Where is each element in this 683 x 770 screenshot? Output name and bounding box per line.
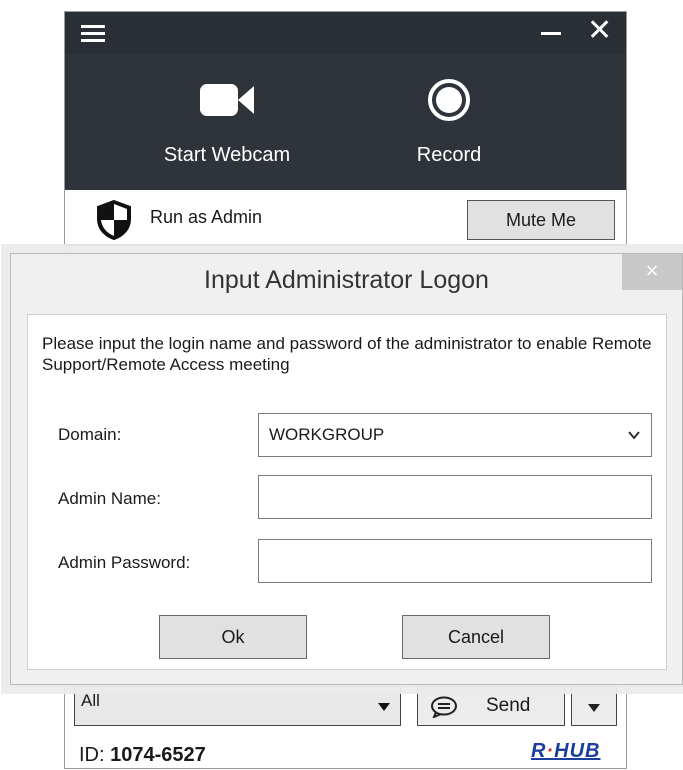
chat-target-value: All [81,691,100,710]
dialog-title: Input Administrator Logon [204,266,489,294]
send-button[interactable]: Send [417,686,565,726]
admin-password-label: Admin Password: [58,553,191,572]
brand-logo-link[interactable]: R·HUB [531,740,600,763]
start-webcam-label: Start Webcam [163,144,291,166]
run-as-admin-label[interactable]: Run as Admin [150,207,262,228]
ok-button[interactable]: Ok [159,615,307,659]
domain-label: Domain: [58,425,122,444]
send-label: Send [486,695,531,716]
chat-target-select[interactable]: All [74,686,401,726]
domain-value: WORKGROUP [269,425,385,444]
brand-r: R [531,740,547,762]
dropdown-arrow-icon [378,703,390,711]
chat-icon [431,696,457,718]
dialog-message: Please input the login name and password… [42,334,652,374]
app-titlebar: ✕ [65,12,626,54]
meeting-id: ID: 1074-6527 [79,744,206,767]
admin-name-input[interactable] [258,475,652,519]
close-icon[interactable]: ✕ [587,16,612,46]
chat-bar: All Send ID: 1074-6527 R·HUB [65,672,626,770]
record-label: Record [416,144,482,166]
record-icon [349,76,549,124]
minimize-icon[interactable] [541,32,561,35]
brand-dot: · [546,740,555,762]
send-options-button[interactable] [571,686,617,726]
dialog-frame: Input Administrator Logon × Please input… [11,254,682,684]
mute-me-button[interactable]: Mute Me [467,200,615,240]
meeting-id-prefix: ID: [79,744,105,766]
admin-logon-dialog: Input Administrator Logon × Please input… [10,253,683,685]
admin-password-input[interactable] [258,539,652,583]
shield-icon [97,199,131,241]
menu-icon[interactable] [81,25,105,43]
webcam-icon [127,76,327,124]
app-toolbar: Start Webcam Record [65,54,626,190]
chevron-down-icon [627,414,641,473]
domain-select[interactable]: WORKGROUP [258,413,652,457]
dropdown-arrow-icon [588,704,600,712]
brand-hub: HUB [554,740,601,762]
dialog-body: Please input the login name and password… [27,314,667,670]
admin-row: Run as Admin Mute Me [65,190,626,246]
start-webcam-button[interactable]: Start Webcam [127,54,327,190]
meeting-id-value: 1074-6527 [110,744,206,766]
record-button[interactable]: Record [349,54,549,190]
cancel-button[interactable]: Cancel [402,615,550,659]
dialog-close-button[interactable]: × [622,254,682,290]
admin-name-label: Admin Name: [58,489,161,508]
